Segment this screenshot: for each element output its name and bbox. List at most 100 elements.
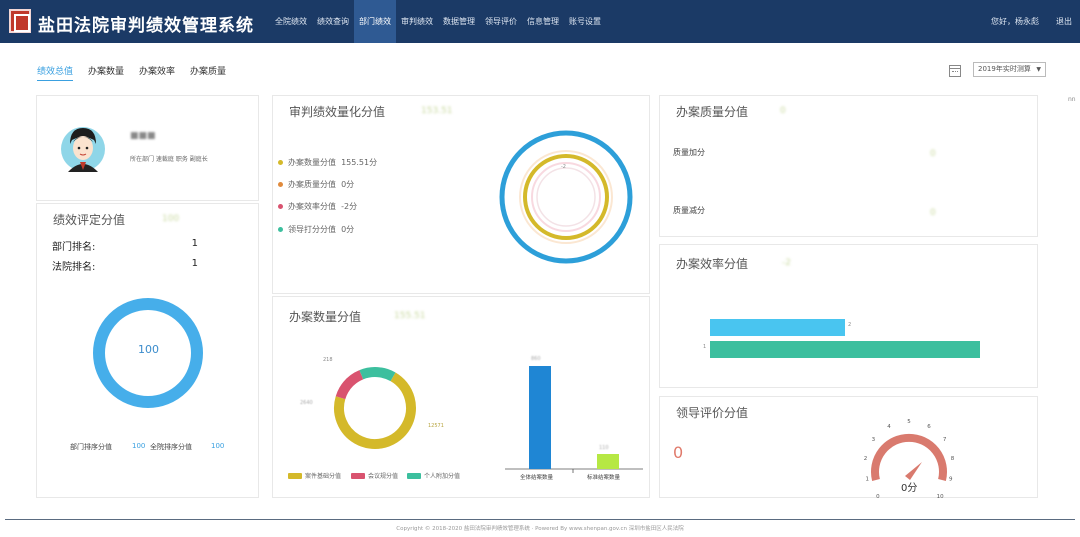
quant-item-value: -2分 <box>341 202 358 211</box>
rating-ring-value: 100 <box>138 343 159 356</box>
gauge-tick-label: 8 <box>951 456 955 462</box>
efficiency-bar-2 <box>710 341 980 358</box>
main-nav: 全院绩效 绩效查询 部门绩效 审判绩效 数据管理 领导评价 信息管理 账号设置 <box>270 0 606 43</box>
donut-label-right: 12571 <box>428 423 444 429</box>
dept-score-value: 100 <box>132 442 146 450</box>
gauge-tick-label: 7 <box>943 437 947 443</box>
period-select[interactable]: 2019年实时测算 ▼ <box>973 62 1046 77</box>
quant-item-quantity: 办案数量分值 155.51分 <box>278 157 377 168</box>
court-rank-row: 法院排名: 1 <box>52 258 198 273</box>
quantity-donut-chart <box>334 367 416 449</box>
bar-label-total: 全体结案数量 <box>520 475 554 481</box>
quant-item-value: 0分 <box>341 180 355 189</box>
donut-label-top: 218 <box>323 357 333 363</box>
court-rank-label: 法院排名: <box>52 262 96 273</box>
nav-item-account[interactable]: 账号设置 <box>564 0 606 43</box>
profile-name: ■■■ <box>130 131 156 141</box>
legend-swatch <box>407 472 421 479</box>
rating-panel-value: 100 <box>162 214 180 224</box>
quantity-legend-label: 个人附加分值 <box>424 473 461 480</box>
legend-dot <box>278 160 283 165</box>
legend-dot <box>278 227 283 232</box>
quant-item-value: 155.51分 <box>341 158 378 167</box>
quality-minus-label: 质量减分 <box>673 206 705 215</box>
gauge-tick-label: 2 <box>864 456 868 462</box>
logout-link[interactable]: 退出 <box>1056 0 1072 43</box>
footer-copyright: Copyright © 2018-2020 盐田法院审判绩效管理系统 · Pow… <box>396 526 684 532</box>
footer-divider <box>5 519 1075 520</box>
quality-plus-label: 质量加分 <box>673 148 705 157</box>
calendar-icon[interactable] <box>949 65 961 77</box>
gauge-tick-label: 4 <box>887 424 891 430</box>
nav-item-department[interactable]: 部门绩效 <box>354 0 396 43</box>
quant-item-quality: 办案质量分值 0分 <box>278 179 354 190</box>
bar-total-cases <box>529 366 551 469</box>
quantity-legend-label: 案件基础分值 <box>305 473 342 480</box>
quantity-legend-meeting: 会议规分值 <box>351 471 398 480</box>
period-select-value: 2019年实时测算 <box>978 65 1031 73</box>
quantity-legend-label: 会议规分值 <box>368 473 399 480</box>
efficiency-bar-1-label: 2 <box>848 322 852 328</box>
nav-item-trial[interactable]: 审判绩效 <box>396 0 438 43</box>
nav-item-query[interactable]: 绩效查询 <box>312 0 354 43</box>
gauge-tick-label: 3 <box>872 437 876 443</box>
dept-rank-row: 部门排名: 1 <box>52 238 198 253</box>
leader-panel-title: 领导评价分值 <box>676 406 749 420</box>
court-score-value: 100 <box>211 442 225 450</box>
court-logo-icon <box>9 9 31 33</box>
quality-panel-title: 办案质量分值 <box>676 105 749 119</box>
dept-score-label: 部门排序分值 <box>70 443 112 451</box>
legend-swatch <box>351 472 365 479</box>
bar-top-value-total: 860 <box>531 356 541 362</box>
legend-swatch <box>288 472 302 479</box>
quant-ring-label: -2 <box>561 164 566 170</box>
efficiency-panel-value: -2 <box>782 258 791 268</box>
donut-label-left: 2640 <box>300 400 313 406</box>
tab-quality[interactable]: 办案质量 <box>190 64 226 81</box>
tab-total[interactable]: 绩效总值 <box>37 64 74 81</box>
gauge-tick-label: 9 <box>949 477 953 483</box>
quality-plus-value: 0 <box>930 149 936 159</box>
quant-panel-title: 审判绩效量化分值 <box>289 105 386 119</box>
tab-quantity[interactable]: 办案数量 <box>88 64 124 81</box>
legend-dot <box>278 204 283 209</box>
caret-down-icon: ▼ <box>1036 66 1041 73</box>
sub-tabs: 绩效总值 办案数量 办案效率 办案质量 <box>37 64 226 81</box>
gauge-tick-label: 5 <box>907 419 911 425</box>
quantity-panel-value: 155.51 <box>394 311 426 321</box>
gauge-tick-label: 6 <box>927 424 931 430</box>
tab-efficiency[interactable]: 办案效率 <box>139 64 175 81</box>
quantity-legend-extra: 个人附加分值 <box>407 471 460 480</box>
quantity-bar-chart <box>505 366 643 473</box>
legend-dot <box>278 182 283 187</box>
court-rank-value: 1 <box>191 258 198 269</box>
quant-item-label: 办案质量分值 <box>288 180 336 189</box>
quant-item-label: 办案数量分值 <box>288 158 336 167</box>
efficiency-bar-2-label: 1 <box>703 344 707 350</box>
gauge-readout: 0分 <box>901 483 918 494</box>
user-greeting[interactable]: 您好，杨永彪 <box>991 0 1039 43</box>
nav-item-leader-eval[interactable]: 领导评价 <box>480 0 522 43</box>
bar-standard-cases <box>597 454 619 469</box>
dept-rank-label: 部门排名: <box>52 242 96 253</box>
quality-panel-value: 0 <box>780 106 786 116</box>
dept-rank-value: 1 <box>191 238 198 249</box>
gauge-tick-label: 0 <box>876 494 880 498</box>
quant-item-efficiency: 办案效率分值 -2分 <box>278 201 357 212</box>
bar-label-standard: 标准结案数量 <box>587 475 621 481</box>
app-title: 盐田法院审判绩效管理系统 <box>38 16 254 36</box>
court-score-label: 全院排序分值 <box>150 443 192 451</box>
nav-item-info[interactable]: 信息管理 <box>522 0 564 43</box>
quant-item-label: 领导打分分值 <box>288 225 336 234</box>
leader-panel-value: 0 <box>673 443 684 462</box>
quant-item-label: 办案效率分值 <box>288 202 336 211</box>
efficiency-panel-title: 办案效率分值 <box>676 257 749 271</box>
profile-department: 所在部门 速裁庭 职务 副庭长 <box>130 156 208 163</box>
nav-item-data[interactable]: 数据管理 <box>438 0 480 43</box>
gauge-tick-label: 1 <box>865 477 869 483</box>
quantity-legend-base: 案件基础分值 <box>288 471 341 480</box>
efficiency-bar-1 <box>710 319 845 336</box>
edge-text: nn <box>1068 96 1076 103</box>
nav-item-overall[interactable]: 全院绩效 <box>270 0 312 43</box>
top-nav-bar: 盐田法院审判绩效管理系统 全院绩效 绩效查询 部门绩效 审判绩效 数据管理 领导… <box>0 0 1080 43</box>
